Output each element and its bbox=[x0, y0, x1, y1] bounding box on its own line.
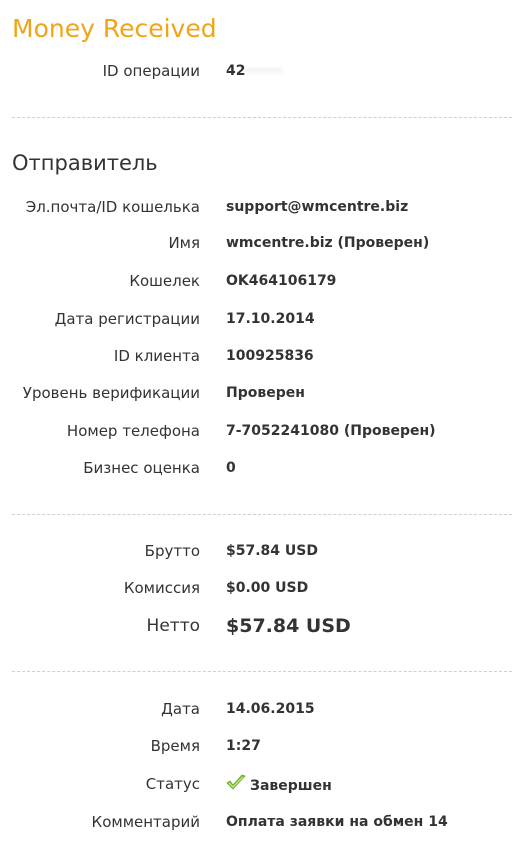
sender-row-business-score: Бизнес оценка 0 bbox=[0, 456, 525, 480]
date-value: 14.06.2015 bbox=[226, 701, 315, 717]
amount-net-label: Нетто bbox=[146, 616, 200, 636]
sender-row-verification-level: Уровень верификации Проверен bbox=[0, 381, 525, 405]
sender-value: support@wmcentre.biz bbox=[226, 199, 409, 215]
amount-fee-value: $0.00 USD bbox=[226, 580, 309, 596]
sender-value: Проверен bbox=[226, 385, 305, 401]
sender-value: 100925836 bbox=[226, 348, 314, 364]
comment-label: Комментарий bbox=[91, 813, 200, 831]
sender-label: ID клиента bbox=[113, 347, 200, 365]
status-text: Завершен bbox=[250, 778, 332, 794]
sender-label: Номер телефона bbox=[66, 422, 200, 440]
sender-row-email: Эл.почта/ID кошелька support@wmcentre.bi… bbox=[0, 195, 525, 219]
sender-value: 0 bbox=[226, 460, 236, 476]
sender-label: Дата регистрации bbox=[54, 310, 200, 328]
time-value: 1:27 bbox=[226, 738, 261, 754]
operation-id-label: ID операции bbox=[102, 62, 200, 80]
sender-label: Кошелек bbox=[129, 272, 200, 290]
sender-label: Эл.почта/ID кошелька bbox=[25, 198, 200, 216]
amount-gross-row: Брутто $57.84 USD bbox=[0, 539, 525, 563]
sender-value: 17.10.2014 bbox=[226, 311, 315, 327]
sender-section-title: Отправитель bbox=[12, 151, 158, 175]
amount-net-row: Нетто $57.84 USD bbox=[0, 614, 525, 638]
amount-net-value: $57.84 USD bbox=[226, 615, 351, 637]
divider bbox=[12, 514, 512, 515]
status-value: Завершен bbox=[226, 774, 332, 798]
operation-id-redacted: ······· bbox=[245, 63, 283, 79]
operation-id-visible: 42 bbox=[226, 63, 246, 79]
sender-row-name: Имя wmcentre.biz (Проверен) bbox=[0, 231, 525, 255]
sender-value: wmcentre.biz (Проверен) bbox=[226, 235, 430, 251]
divider bbox=[12, 117, 512, 118]
sender-row-client-id: ID клиента 100925836 bbox=[0, 344, 525, 368]
sender-label: Имя bbox=[168, 234, 200, 252]
sender-row-phone: Номер телефона 7-7052241080 (Проверен) bbox=[0, 419, 525, 443]
divider bbox=[12, 671, 512, 672]
comment-row: Комментарий Оплата заявки на обмен 14 bbox=[0, 810, 525, 834]
sender-row-registration-date: Дата регистрации 17.10.2014 bbox=[0, 307, 525, 331]
sender-label: Бизнес оценка bbox=[83, 459, 200, 477]
time-row: Время 1:27 bbox=[0, 734, 525, 758]
time-label: Время bbox=[150, 737, 200, 755]
sender-label: Уровень верификации bbox=[22, 384, 200, 402]
check-icon bbox=[226, 774, 246, 792]
date-row: Дата 14.06.2015 bbox=[0, 697, 525, 721]
sender-value: 7-7052241080 (Проверен) bbox=[226, 423, 436, 439]
amount-gross-value: $57.84 USD bbox=[226, 543, 318, 559]
amount-fee-row: Комиссия $0.00 USD bbox=[0, 576, 525, 600]
operation-id-row: ID операции 42······· bbox=[0, 59, 525, 83]
amount-gross-label: Брутто bbox=[144, 542, 200, 560]
transaction-receipt: Money Received ID операции 42······· Отп… bbox=[0, 0, 525, 861]
page-title: Money Received bbox=[12, 14, 217, 43]
date-label: Дата bbox=[161, 700, 200, 718]
sender-row-wallet: Кошелек OK464106179 bbox=[0, 269, 525, 293]
operation-id-value: 42······· bbox=[226, 59, 283, 83]
status-label: Статус bbox=[145, 775, 200, 793]
amount-fee-label: Комиссия bbox=[123, 579, 200, 597]
status-row: Статус Завершен bbox=[0, 772, 525, 796]
comment-value: Оплата заявки на обмен 14 bbox=[226, 814, 448, 830]
sender-value: OK464106179 bbox=[226, 273, 337, 289]
